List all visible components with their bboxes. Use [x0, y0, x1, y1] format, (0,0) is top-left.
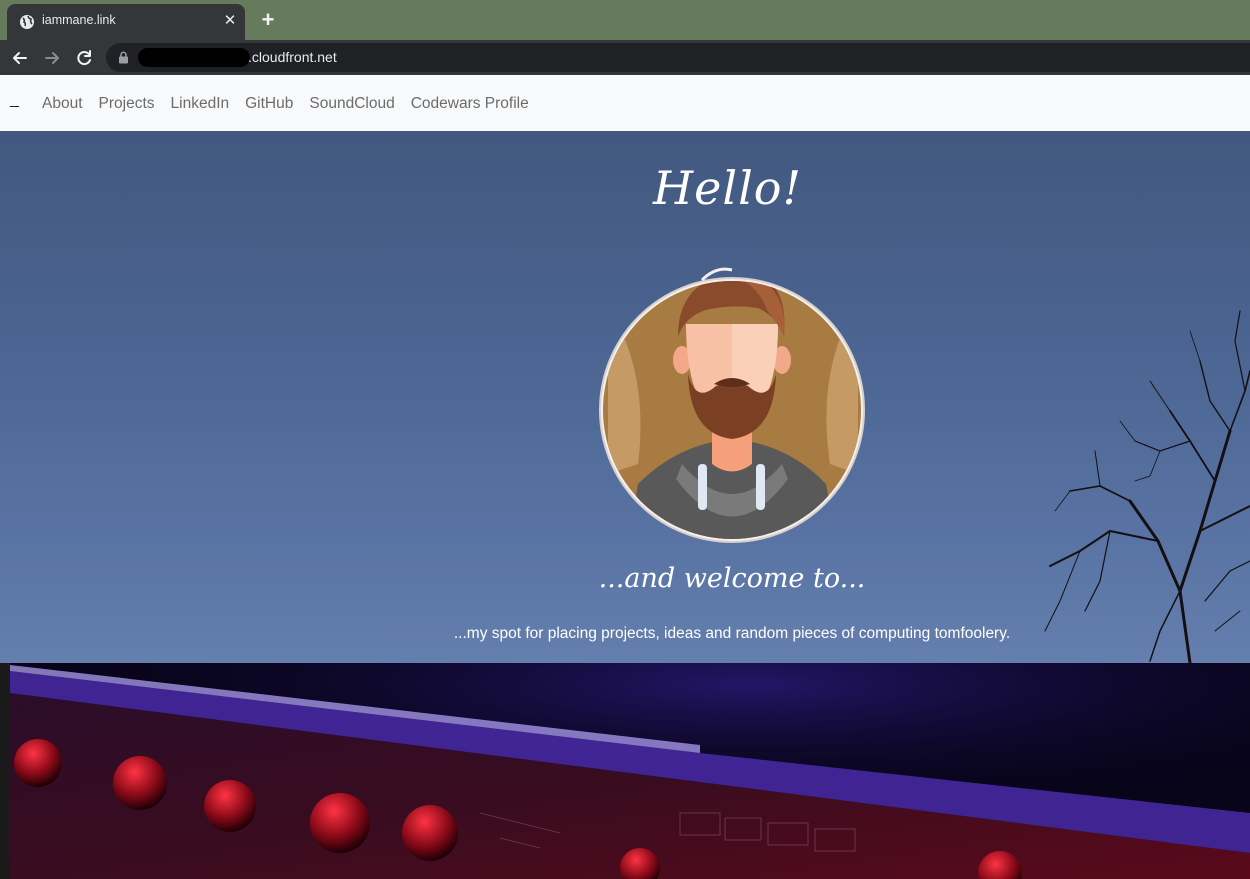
site-navbar: _ About Projects LinkedIn GitHub SoundCl… — [0, 75, 1250, 131]
nav-link-projects[interactable]: Projects — [99, 95, 155, 113]
hero-section: Hello! ...and welcome to... ...my spot f… — [0, 131, 1250, 663]
redacted-url-part — [138, 48, 250, 67]
hero-greeting: Hello! — [653, 161, 802, 215]
new-tab-button[interactable]: + — [257, 9, 279, 31]
nav-link-soundcloud[interactable]: SoundCloud — [309, 95, 394, 113]
synthesizer-photo — [0, 663, 1250, 879]
avatar — [599, 267, 865, 543]
nav-link-linkedin[interactable]: LinkedIn — [171, 95, 230, 113]
browser-tab[interactable]: iammane.link ✕ — [7, 4, 245, 40]
hero-tagline: ...my spot for placing projects, ideas a… — [453, 625, 1011, 642]
navbar-brand[interactable]: _ — [10, 91, 19, 109]
section-edge — [0, 663, 10, 879]
hero-welcome: ...and welcome to... — [598, 563, 866, 594]
nav-links: About Projects LinkedIn GitHub SoundClou… — [42, 95, 529, 113]
bare-tree-silhouette — [1044, 310, 1250, 663]
url-text[interactable]: .cloudfront.net — [248, 49, 337, 65]
browser-toolbar: .cloudfront.net — [0, 40, 1250, 75]
back-arrow-icon[interactable] — [7, 45, 33, 71]
lock-icon[interactable] — [118, 51, 129, 64]
forward-arrow-icon[interactable] — [39, 45, 65, 71]
nav-link-codewars[interactable]: Codewars Profile — [411, 95, 529, 113]
reload-icon[interactable] — [71, 45, 97, 71]
address-bar[interactable]: .cloudfront.net — [106, 43, 1250, 72]
nav-link-github[interactable]: GitHub — [245, 95, 293, 113]
tab-close-icon[interactable]: ✕ — [221, 12, 239, 30]
synth-photo-section — [0, 663, 1250, 879]
nav-link-about[interactable]: About — [42, 95, 83, 113]
browser-tabstrip: iammane.link ✕ + — [0, 0, 1250, 40]
tab-title: iammane.link — [42, 13, 116, 27]
globe-icon — [20, 15, 34, 29]
